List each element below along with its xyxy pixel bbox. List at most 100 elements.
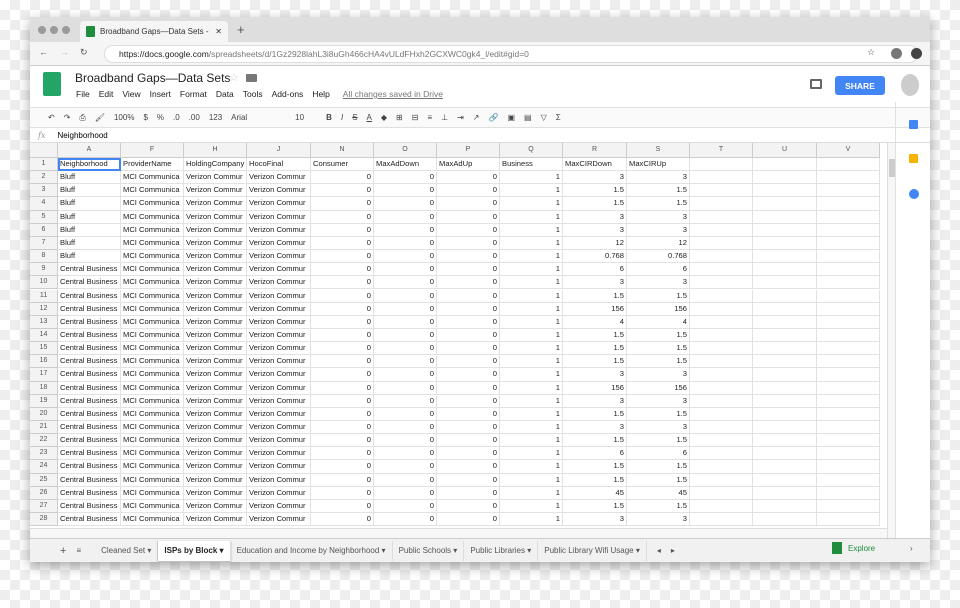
table-cell[interactable]: 0 (374, 197, 437, 211)
row-header[interactable]: 21 (30, 421, 58, 435)
table-cell[interactable]: Verizon Commur (247, 394, 311, 408)
table-cell[interactable]: Verizon Commur (184, 171, 247, 185)
column-header-r[interactable]: R (563, 143, 627, 158)
table-cell[interactable]: Verizon Commur (184, 210, 247, 224)
table-cell[interactable]: 0 (374, 236, 437, 251)
table-cell[interactable]: Central Business (58, 394, 121, 408)
all-sheets-icon[interactable]: ≡ (76, 546, 81, 555)
table-cell[interactable]: 1 (500, 460, 563, 474)
zoom-select[interactable]: 100% (114, 113, 134, 122)
row-header[interactable]: 16 (30, 355, 58, 369)
table-cell[interactable]: Verizon Commur (184, 276, 247, 290)
document-title[interactable]: Broadband Gaps—Data Sets (75, 71, 230, 85)
table-cell[interactable] (753, 184, 817, 198)
table-cell[interactable] (753, 342, 817, 356)
table-cell[interactable]: 0 (374, 499, 437, 514)
table-cell[interactable]: 3 (563, 394, 627, 408)
select-all-corner[interactable] (30, 143, 58, 158)
table-cell[interactable]: 1.5 (627, 434, 690, 448)
comment-icon[interactable]: ▣ (507, 113, 515, 122)
table-cell[interactable] (690, 499, 753, 514)
table-cell[interactable]: Central Business (58, 381, 121, 395)
star-icon[interactable]: ☆ (229, 71, 239, 84)
row-header[interactable]: 6 (30, 223, 58, 237)
table-cell[interactable] (753, 460, 817, 474)
valign-icon[interactable]: ⊥ (441, 113, 448, 122)
table-cell[interactable]: Verizon Commur (184, 499, 247, 514)
header-cell[interactable]: Consumer (311, 158, 374, 172)
table-cell[interactable] (753, 473, 817, 487)
table-cell[interactable]: Bluff (58, 236, 121, 251)
table-cell[interactable]: 0 (374, 434, 437, 448)
table-cell[interactable]: 1 (500, 407, 563, 421)
table-cell[interactable] (817, 223, 880, 237)
row-header[interactable]: 27 (30, 499, 58, 514)
table-cell[interactable]: 3 (563, 276, 627, 290)
table-cell[interactable] (753, 223, 817, 237)
table-cell[interactable] (753, 394, 817, 408)
table-cell[interactable]: Central Business (58, 368, 121, 382)
table-cell[interactable] (690, 223, 753, 237)
table-cell[interactable]: Verizon Commur (184, 302, 247, 316)
table-cell[interactable]: 3 (627, 368, 690, 382)
table-cell[interactable] (690, 342, 753, 356)
table-cell[interactable]: 1 (500, 473, 563, 487)
scroll-tabs-right-icon[interactable]: ▸ (671, 546, 675, 555)
table-cell[interactable] (753, 355, 817, 369)
save-status-link[interactable]: All changes saved in Drive (343, 89, 443, 99)
table-cell[interactable] (817, 499, 880, 514)
row-header[interactable]: 25 (30, 473, 58, 487)
minimize-window-button[interactable] (50, 26, 58, 34)
table-cell[interactable]: Verizon Commur (184, 328, 247, 343)
table-cell[interactable]: Central Business (58, 460, 121, 474)
table-cell[interactable]: 0 (437, 407, 500, 421)
table-cell[interactable]: 0 (374, 368, 437, 382)
table-cell[interactable]: 0 (311, 184, 374, 198)
table-cell[interactable] (817, 434, 880, 448)
table-cell[interactable] (753, 381, 817, 395)
table-cell[interactable]: 0 (437, 473, 500, 487)
table-cell[interactable]: Verizon Commur (247, 250, 311, 264)
column-header-u[interactable]: U (753, 143, 817, 158)
table-cell[interactable]: Verizon Commur (247, 289, 311, 303)
table-cell[interactable]: 0 (374, 407, 437, 421)
table-cell[interactable] (690, 473, 753, 487)
borders-icon[interactable]: ⊞ (396, 113, 403, 122)
table-cell[interactable]: 0 (311, 263, 374, 277)
calendar-icon[interactable] (909, 120, 918, 129)
table-cell[interactable] (817, 302, 880, 316)
table-cell[interactable]: 3 (627, 276, 690, 290)
table-cell[interactable] (753, 513, 817, 527)
table-cell[interactable] (817, 421, 880, 435)
table-cell[interactable]: Verizon Commur (247, 381, 311, 395)
table-cell[interactable]: Verizon Commur (247, 197, 311, 211)
table-cell[interactable]: Verizon Commur (247, 473, 311, 487)
sheet-tab-library-wifi[interactable]: Public Library Wifi Usage ▾ (538, 540, 647, 561)
table-cell[interactable]: 0 (437, 381, 500, 395)
link-icon[interactable]: 🔗 (488, 113, 498, 122)
table-cell[interactable]: 6 (563, 263, 627, 277)
font-select[interactable]: Arial (231, 113, 286, 122)
formula-input[interactable]: Neighborhood (57, 131, 107, 140)
table-cell[interactable]: 1.5 (563, 499, 627, 514)
table-cell[interactable]: 1 (500, 328, 563, 343)
table-cell[interactable]: Verizon Commur (184, 355, 247, 369)
table-cell[interactable] (817, 250, 880, 264)
column-header-v[interactable]: V (817, 143, 880, 158)
table-cell[interactable]: 3 (627, 513, 690, 527)
table-cell[interactable]: 1 (500, 434, 563, 448)
header-cell[interactable]: HocoFinal (247, 158, 311, 172)
table-cell[interactable] (817, 394, 880, 408)
table-cell[interactable]: Central Business (58, 328, 121, 343)
table-cell[interactable]: Verizon Commur (247, 342, 311, 356)
column-header-n[interactable]: N (311, 143, 374, 158)
table-cell[interactable]: 0 (311, 171, 374, 185)
back-icon[interactable]: ← (39, 47, 48, 57)
tasks-icon[interactable] (909, 189, 919, 199)
currency-button[interactable]: $ (143, 113, 147, 122)
table-cell[interactable]: 0 (437, 250, 500, 264)
row-header[interactable]: 10 (30, 276, 58, 290)
table-cell[interactable]: 0 (437, 263, 500, 277)
table-cell[interactable] (817, 407, 880, 421)
table-cell[interactable] (753, 486, 817, 500)
